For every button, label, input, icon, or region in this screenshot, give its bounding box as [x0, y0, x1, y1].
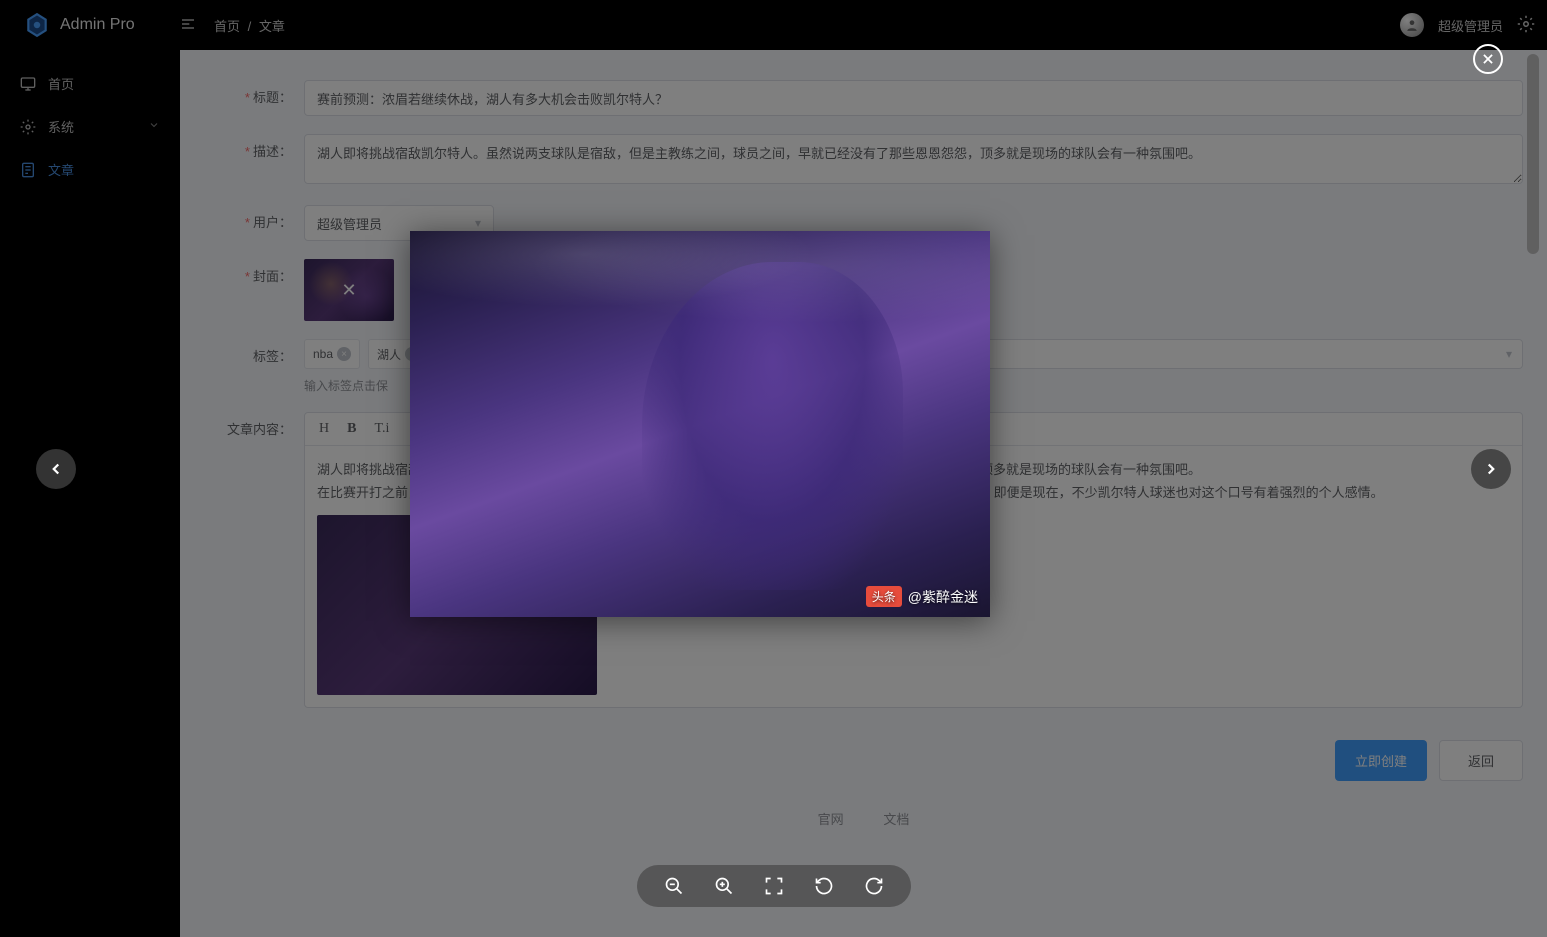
zoom-in-icon[interactable]	[713, 875, 735, 897]
image-watermark: 头条 @紫醉金迷	[866, 586, 978, 607]
fullscreen-icon[interactable]	[763, 875, 785, 897]
watermark-text: @紫醉金迷	[908, 587, 978, 607]
lightbox-prev-button[interactable]	[36, 449, 76, 489]
rotate-left-icon[interactable]	[813, 875, 835, 897]
lightbox-toolbar	[637, 865, 911, 907]
lightbox-image[interactable]: 头条 @紫醉金迷	[410, 231, 990, 617]
image-lightbox: 头条 @紫醉金迷	[0, 0, 1547, 937]
zoom-out-icon[interactable]	[663, 875, 685, 897]
lightbox-close-button[interactable]	[1473, 44, 1503, 74]
watermark-badge: 头条	[866, 586, 902, 607]
lightbox-next-button[interactable]	[1471, 449, 1511, 489]
rotate-right-icon[interactable]	[863, 875, 885, 897]
